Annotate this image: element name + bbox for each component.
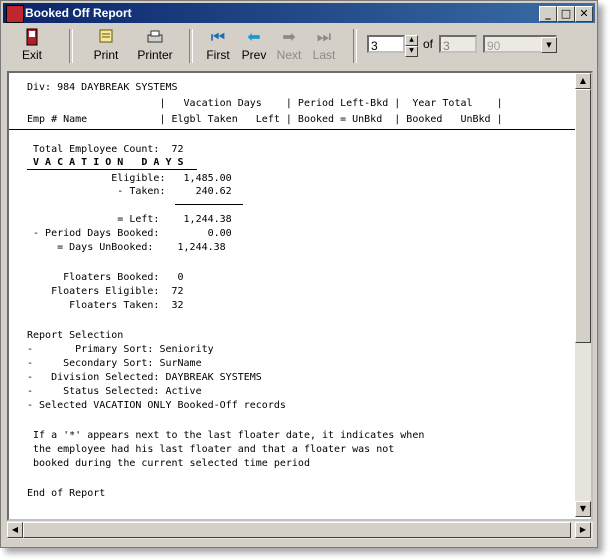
print-label: Print (93, 48, 119, 62)
exit-label: Exit (21, 48, 42, 62)
period-booked-row: - Period Days Booked: 0.00 (27, 228, 232, 239)
minimize-button[interactable]: _ (539, 6, 557, 22)
exit-icon (15, 28, 49, 48)
last-page-button[interactable]: ⏭ Last (309, 28, 339, 66)
app-icon (6, 5, 24, 23)
last-page-icon: ⏭ (316, 29, 332, 46)
last-label: Last (312, 48, 336, 62)
next-label: Next (276, 48, 302, 62)
horizontal-scroll-thumb[interactable] (23, 522, 571, 538)
scroll-left-icon[interactable]: ◀ (7, 522, 23, 538)
horizontal-scrollbar[interactable]: ◀ ▶ (7, 521, 593, 539)
note-line-1: If a '*' appears next to the last floate… (27, 430, 425, 441)
separator (353, 29, 357, 63)
floaters-booked-row: Floaters Booked: 0 (27, 272, 184, 283)
toolbar: Exit Print Printer ⏮ First ⬅ Prev ➡ Next… (3, 25, 595, 67)
taken-row: - Taken: 240.62 (27, 186, 232, 197)
page-spinner[interactable]: ▲ ▼ (405, 35, 418, 57)
spin-up-icon[interactable]: ▲ (405, 35, 418, 46)
exit-button[interactable]: Exit (15, 28, 49, 66)
status-selected-row: - Status Selected: Active (27, 386, 202, 397)
first-label: First (206, 48, 230, 62)
separator (69, 29, 73, 63)
total-employee-count: Total Employee Count: 72 (27, 144, 184, 155)
print-button[interactable]: Print (89, 28, 123, 66)
eligible-row: Eligible: 1,485.00 (27, 173, 232, 184)
printer-button[interactable]: Printer (135, 28, 175, 66)
report-selection-heading: Report Selection (27, 330, 124, 341)
scroll-up-icon[interactable]: ▲ (575, 73, 591, 89)
primary-sort-row: - Primary Sort: Seniority (27, 344, 214, 355)
page-of-label: of (423, 37, 434, 51)
floaters-taken-row: Floaters Taken: 32 (27, 300, 184, 311)
print-icon (89, 28, 123, 48)
left-arrow-icon: ⬅ (247, 29, 261, 46)
next-page-button[interactable]: ➡ Next (274, 28, 304, 66)
separator (189, 29, 193, 63)
header-rule (9, 129, 583, 130)
maximize-button[interactable]: □ (557, 6, 575, 22)
right-arrow-icon: ➡ (282, 29, 296, 46)
report-window: Booked Off Report _ □ ✕ Exit Print Print… (0, 0, 598, 548)
prev-label: Prev (241, 48, 267, 62)
window-title: Booked Off Report (25, 6, 132, 20)
note-line-3: booked during the current selected time … (27, 458, 310, 469)
left-row: = Left: 1,244.38 (27, 214, 232, 225)
spin-down-icon[interactable]: ▼ (405, 46, 418, 57)
vertical-scrollbar[interactable]: ▲ ▼ (575, 73, 591, 517)
end-of-report: End of Report (27, 488, 106, 499)
report-division: Div: 984 DAYBREAK SYSTEMS (27, 82, 178, 93)
note-line-2: the employee had his last floater and th… (27, 444, 395, 455)
division-selected-row: - Division Selected: DAYBREAK SYSTEMS (27, 372, 262, 383)
vacation-days-heading: V A C A T I O N D A Y S (27, 157, 184, 168)
selected-records-row: - Selected VACATION ONLY Booked-Off reco… (27, 400, 286, 411)
printer-label: Printer (137, 48, 173, 62)
scroll-down-icon[interactable]: ▼ (575, 501, 591, 517)
report-content: Div: 984 DAYBREAK SYSTEMS | Vacation Day… (9, 73, 583, 499)
sum-rule (175, 204, 243, 205)
report-view[interactable]: Div: 984 DAYBREAK SYSTEMS | Vacation Day… (7, 71, 593, 521)
page-number-input[interactable]: 3 (367, 35, 405, 53)
first-page-button[interactable]: ⏮ First (203, 28, 233, 66)
floaters-eligible-row: Floaters Eligible: 72 (27, 286, 184, 297)
first-page-icon: ⏮ (210, 29, 226, 46)
vertical-scroll-thumb[interactable] (575, 89, 591, 343)
chevron-down-icon[interactable]: ▼ (541, 37, 557, 53)
page-total-field: 3 (439, 35, 477, 53)
column-header-row1: | Vacation Days | Period Left-Bkd | Year… (27, 98, 503, 109)
column-header-row2: Emp # Name | Elgbl Taken Left | Booked =… (27, 114, 503, 125)
scroll-right-icon[interactable]: ▶ (575, 522, 591, 538)
prev-page-button[interactable]: ⬅ Prev (239, 28, 269, 66)
heading-underline (27, 169, 197, 170)
close-button[interactable]: ✕ (575, 6, 593, 22)
title-bar[interactable]: Booked Off Report _ □ ✕ (3, 3, 595, 23)
days-unbooked-row: = Days UnBooked: 1,244.38 (27, 242, 226, 253)
printer-icon (135, 28, 175, 48)
secondary-sort-row: - Secondary Sort: SurName (27, 358, 202, 369)
